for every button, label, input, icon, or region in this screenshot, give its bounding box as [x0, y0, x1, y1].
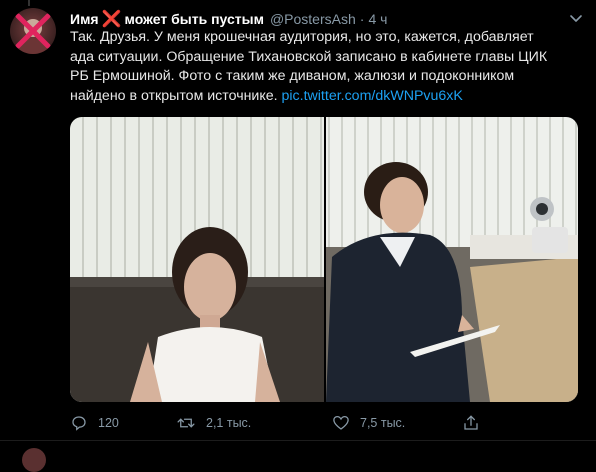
tweet-text-line: ада ситуации. Обращение Тихановской запи… — [70, 48, 548, 65]
separator-dot: · — [359, 11, 365, 27]
timestamp[interactable]: 4 ч — [368, 11, 387, 27]
avatar-image — [15, 13, 51, 54]
tweet-header: Имя ❌ может быть пустым @PostersAsh · 4 … — [70, 8, 566, 30]
reply-count: 120 — [98, 416, 119, 430]
heart-icon — [333, 415, 349, 430]
cross-emoji: ❌ — [101, 11, 122, 28]
retweet-button[interactable]: 2,1 тыс. — [176, 414, 251, 432]
tweet-text-line: РБ Ермошиной. Фото с таким же диваном, ж… — [70, 68, 515, 84]
avatar[interactable] — [22, 448, 46, 472]
share-button[interactable] — [462, 414, 490, 432]
media-image[interactable] — [70, 117, 578, 402]
media-link[interactable]: pic.twitter.com/dkWNPvu6xK — [282, 88, 463, 104]
user-handle[interactable]: @PostersAsh — [270, 11, 356, 27]
tweet-text: Так. Друзья. У меня крошечная аудитория,… — [70, 28, 575, 106]
like-button[interactable]: 7,5 тыс. — [332, 414, 405, 432]
retweet-icon — [177, 418, 195, 428]
retweet-count: 2,1 тыс. — [206, 416, 252, 430]
reply-button[interactable]: 120 — [70, 414, 119, 432]
like-count: 7,5 тыс. — [360, 416, 406, 430]
tweet-divider — [0, 440, 596, 441]
tweet[interactable]: Имя ❌ может быть пустым @PostersAsh · 4 … — [0, 0, 596, 440]
reply-icon — [72, 416, 86, 431]
photo-collage — [70, 117, 578, 402]
tweet-actions: 120 2,1 тыс. 7,5 тыс. — [70, 414, 575, 434]
chevron-down-icon[interactable] — [568, 10, 584, 26]
avatar[interactable] — [10, 8, 56, 54]
share-icon — [464, 415, 478, 430]
tweet-text-line: найдено в открытом источнике. pic.twitte… — [70, 87, 575, 107]
tweet-text-line: Так. Друзья. У меня крошечная аудитория,… — [70, 29, 534, 45]
display-name[interactable]: Имя — [70, 11, 99, 27]
display-name-suffix[interactable]: может быть пустым — [125, 11, 264, 27]
tweet-text-line-prefix: найдено в открытом источнике. — [70, 87, 278, 104]
